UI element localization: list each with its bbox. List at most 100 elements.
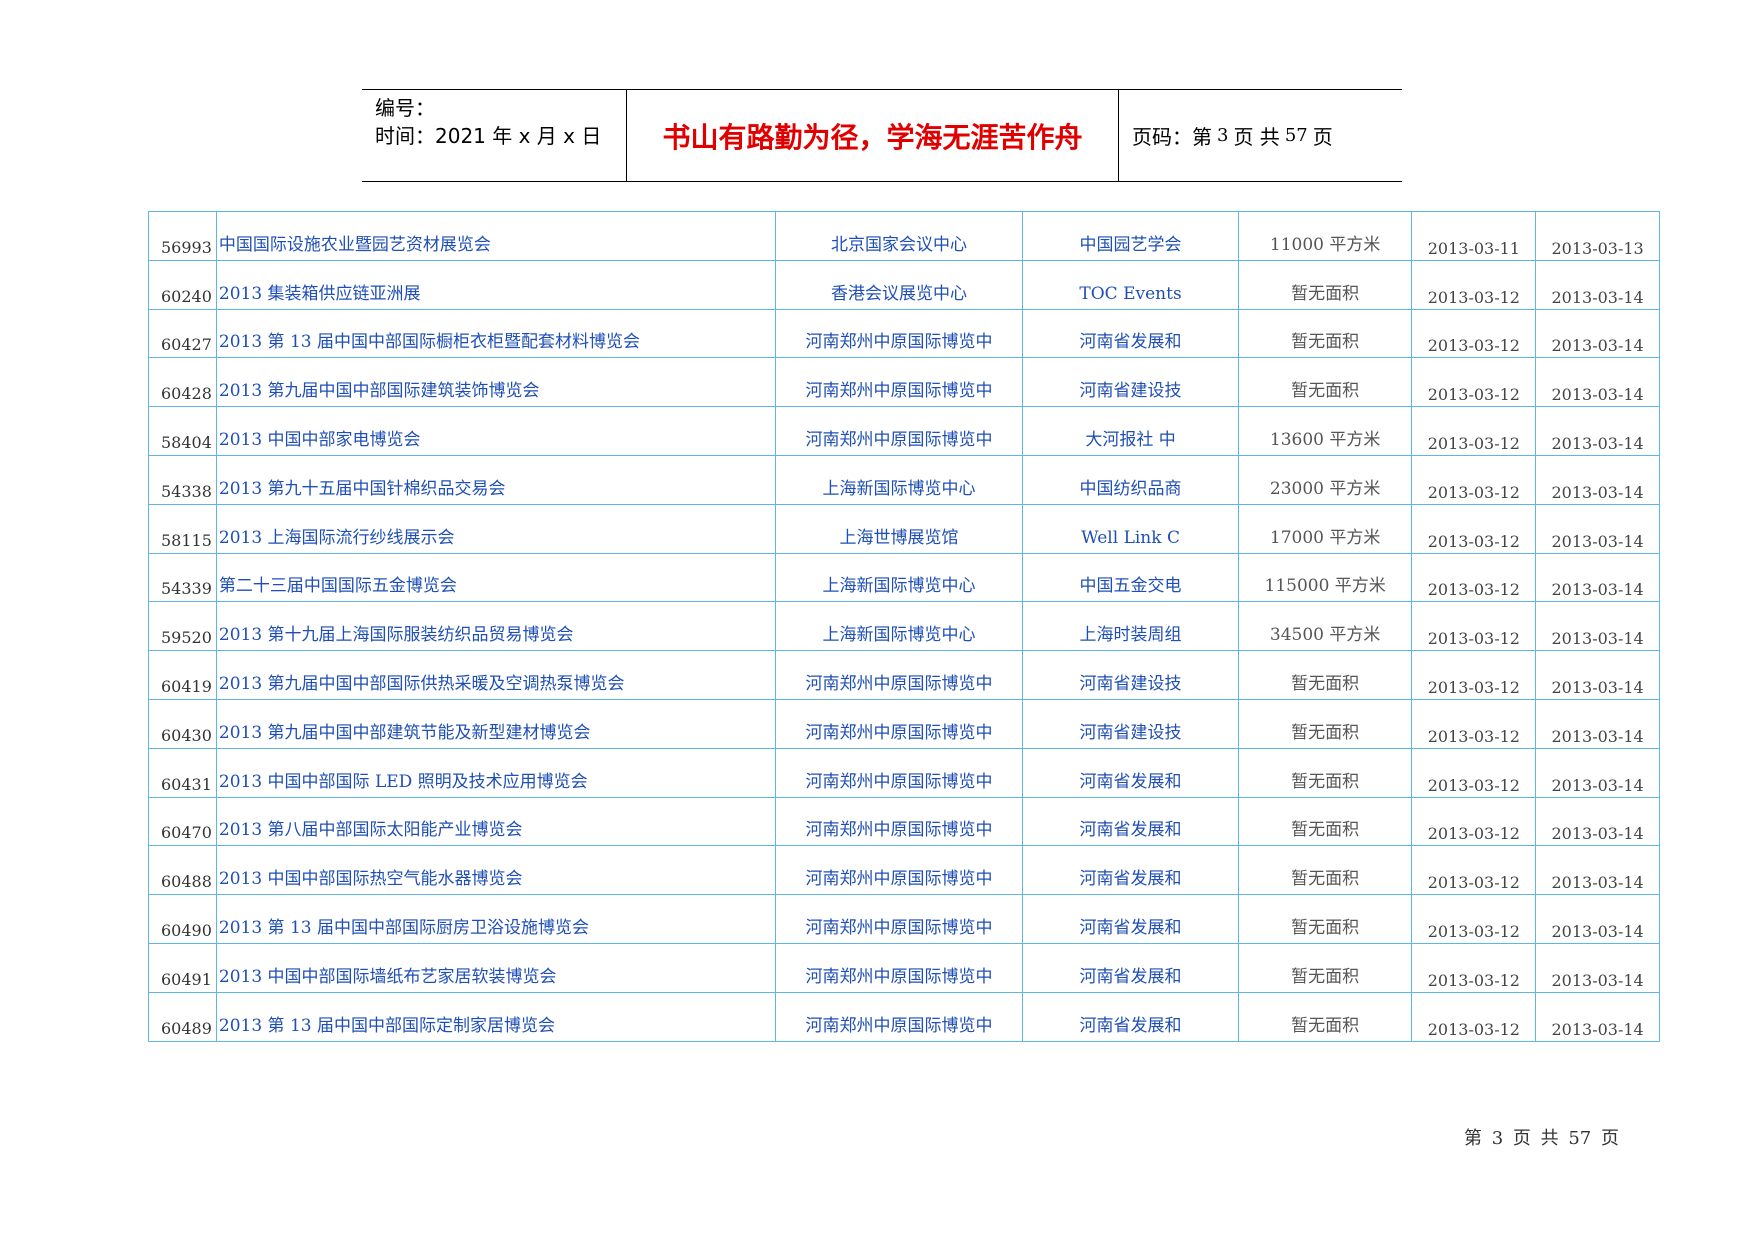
exhibition-name: 2013 中国中部国际 LED 照明及技术应用博览会: [217, 748, 776, 797]
exhibition-organizer: 河南省建设技: [1023, 358, 1239, 407]
page-suffix: 页: [1312, 125, 1333, 149]
exhibition-start-date: 2013-03-12: [1412, 797, 1537, 846]
table-row: 54338 2013 第九十五届中国针棉织品交易会 上海新国际博览中心 中国纺织品商 2…: [149, 455, 1660, 505]
exhibition-end-date: 2013-03-14: [1536, 651, 1660, 699]
exhibition-area: 暂无面积: [1239, 748, 1413, 797]
exhibition-table: 56993 中国国际设施农业暨园艺资材展览会 北京国家会议中心 中国园艺学会 11000…: [148, 211, 1660, 1042]
exhibition-organizer: 河南省发展和: [1023, 748, 1239, 797]
header-motto-cell: 书山有路勤为径，学海无涯苦作舟: [627, 90, 1119, 181]
exhibition-area: 23000 平方米: [1239, 455, 1413, 504]
exhibition-start-date: 2013-03-12: [1412, 651, 1537, 699]
exhibition-area: 暂无面积: [1239, 797, 1413, 846]
exhibition-name: 2013 中国中部家电博览会: [217, 407, 776, 455]
exhibition-name: 中国国际设施农业暨园艺资材展览会: [217, 212, 776, 260]
exhibition-id: 60431: [149, 748, 217, 797]
exhibition-start-date: 2013-03-12: [1412, 943, 1537, 992]
exhibition-area: 暂无面积: [1239, 260, 1413, 309]
exhibition-area: 暂无面积: [1239, 943, 1413, 992]
exhibition-start-date: 2013-03-12: [1412, 407, 1537, 455]
page-prefix: 页码：第: [1132, 125, 1212, 149]
exhibition-organizer: 中国园艺学会: [1023, 212, 1239, 260]
exhibition-venue: 上海新国际博览中心: [776, 455, 1024, 504]
exhibition-name: 2013 第九届中国中部国际建筑装饰博览会: [217, 358, 776, 407]
exhibition-organizer: 河南省建设技: [1023, 651, 1239, 699]
exhibition-end-date: 2013-03-14: [1536, 407, 1660, 455]
exhibition-start-date: 2013-03-12: [1412, 895, 1537, 943]
exhibition-venue: 河南郑州中原国际博览中: [776, 943, 1024, 992]
exhibition-organizer: 河南省发展和: [1023, 309, 1239, 358]
exhibition-id: 60489: [149, 992, 217, 1041]
table-row: 60488 2013 中国中部国际热空气能水器博览会 河南郑州中原国际博览中 河南省发…: [149, 846, 1660, 896]
exhibition-start-date: 2013-03-12: [1412, 358, 1537, 407]
table-row: 60240 2013 集装箱供应链亚洲展 香港会议展览中心 TOC Events 暂无面…: [149, 260, 1660, 310]
table-row: 58115 2013 上海国际流行纱线展示会 上海世博展览馆 Well Link C1…: [149, 504, 1660, 554]
exhibition-venue: 北京国家会议中心: [776, 212, 1024, 260]
exhibition-end-date: 2013-03-14: [1536, 504, 1660, 553]
document-number-label: 编号：: [375, 96, 435, 120]
exhibition-area: 暂无面积: [1239, 309, 1413, 358]
exhibition-id: 54339: [149, 553, 217, 602]
exhibition-venue: 上海世博展览馆: [776, 504, 1024, 553]
page-middle: 页 共: [1233, 125, 1280, 149]
exhibition-name: 2013 第 13 届中国中部国际橱柜衣柜暨配套材料博览会: [217, 309, 776, 358]
exhibition-end-date: 2013-03-14: [1536, 797, 1660, 846]
exhibition-venue: 香港会议展览中心: [776, 260, 1024, 309]
exhibition-area: 11000 平方米: [1239, 212, 1413, 260]
exhibition-area: 34500 平方米: [1239, 602, 1413, 651]
exhibition-name: 2013 上海国际流行纱线展示会: [217, 504, 776, 553]
exhibition-id: 60428: [149, 358, 217, 407]
exhibition-organizer: 河南省发展和: [1023, 846, 1239, 895]
table-row: 60428 2013 第九届中国中部国际建筑装饰博览会 河南郑州中原国际博览中 河南省…: [149, 358, 1660, 408]
table-row: 60470 2013 第八届中部国际太阳能产业博览会 河南郑州中原国际博览中 河南省发…: [149, 797, 1660, 847]
exhibition-name: 2013 中国中部国际墙纸布艺家居软装博览会: [217, 943, 776, 992]
exhibition-venue: 河南郑州中原国际博览中: [776, 846, 1024, 895]
exhibition-id: 60427: [149, 309, 217, 358]
exhibition-organizer: 河南省发展和: [1023, 943, 1239, 992]
exhibition-area: 暂无面积: [1239, 651, 1413, 699]
exhibition-name: 2013 第九届中国中部建筑节能及新型建材博览会: [217, 699, 776, 748]
exhibition-start-date: 2013-03-12: [1412, 504, 1537, 553]
exhibition-end-date: 2013-03-14: [1536, 748, 1660, 797]
exhibition-name: 2013 中国中部国际热空气能水器博览会: [217, 846, 776, 895]
exhibition-organizer: 上海时装周组: [1023, 602, 1239, 651]
exhibition-id: 56993: [149, 212, 217, 260]
exhibition-organizer: 河南省发展和: [1023, 895, 1239, 943]
exhibition-venue: 河南郑州中原国际博览中: [776, 992, 1024, 1041]
exhibition-start-date: 2013-03-12: [1412, 309, 1537, 358]
header-info-cell: 编号： 时间：2021 年 x 月 x 日: [362, 90, 627, 181]
exhibition-start-date: 2013-03-12: [1412, 455, 1537, 504]
exhibition-id: 60490: [149, 895, 217, 943]
exhibition-name: 2013 第 13 届中国中部国际定制家居博览会: [217, 992, 776, 1041]
exhibition-organizer: 河南省发展和: [1023, 797, 1239, 846]
exhibition-organizer: 大河报社 中: [1023, 407, 1239, 455]
exhibition-organizer: TOC Events: [1023, 260, 1239, 309]
exhibition-area: 13600 平方米: [1239, 407, 1413, 455]
exhibition-venue: 河南郑州中原国际博览中: [776, 895, 1024, 943]
exhibition-id: 60488: [149, 846, 217, 895]
exhibition-area: 17000 平方米: [1239, 504, 1413, 553]
exhibition-venue: 河南郑州中原国际博览中: [776, 407, 1024, 455]
exhibition-name: 第二十三届中国国际五金博览会: [217, 553, 776, 602]
exhibition-organizer: 河南省建设技: [1023, 699, 1239, 748]
exhibition-start-date: 2013-03-12: [1412, 553, 1537, 602]
exhibition-area: 115000 平方米: [1239, 553, 1413, 602]
exhibition-venue: 河南郑州中原国际博览中: [776, 651, 1024, 699]
exhibition-start-date: 2013-03-12: [1412, 748, 1537, 797]
table-row: 54339 第二十三届中国国际五金博览会 上海新国际博览中心 中国五金交电 115000…: [149, 553, 1660, 603]
document-date-label: 时间：2021 年 x 月 x 日: [375, 124, 602, 148]
header-motto: 书山有路勤为径，学海无涯苦作舟: [662, 120, 1083, 154]
exhibition-area: 暂无面积: [1239, 846, 1413, 895]
exhibition-start-date: 2013-03-12: [1412, 699, 1537, 748]
exhibition-venue: 上海新国际博览中心: [776, 602, 1024, 651]
exhibition-end-date: 2013-03-14: [1536, 358, 1660, 407]
table-row: 60419 2013 第九届中国中部国际供热采暖及空调热泵博览会 河南郑州中原国际博…: [149, 651, 1660, 700]
header-page-cell: 页码：第 3 页 共 57 页: [1119, 90, 1402, 181]
exhibition-venue: 河南郑州中原国际博览中: [776, 309, 1024, 358]
exhibition-area: 暂无面积: [1239, 895, 1413, 943]
page-current: 3: [1217, 125, 1229, 146]
exhibition-name: 2013 第九十五届中国针棉织品交易会: [217, 455, 776, 504]
exhibition-organizer: Well Link C: [1023, 504, 1239, 553]
exhibition-end-date: 2013-03-13: [1536, 212, 1660, 260]
exhibition-area: 暂无面积: [1239, 992, 1413, 1041]
exhibition-id: 58404: [149, 407, 217, 455]
